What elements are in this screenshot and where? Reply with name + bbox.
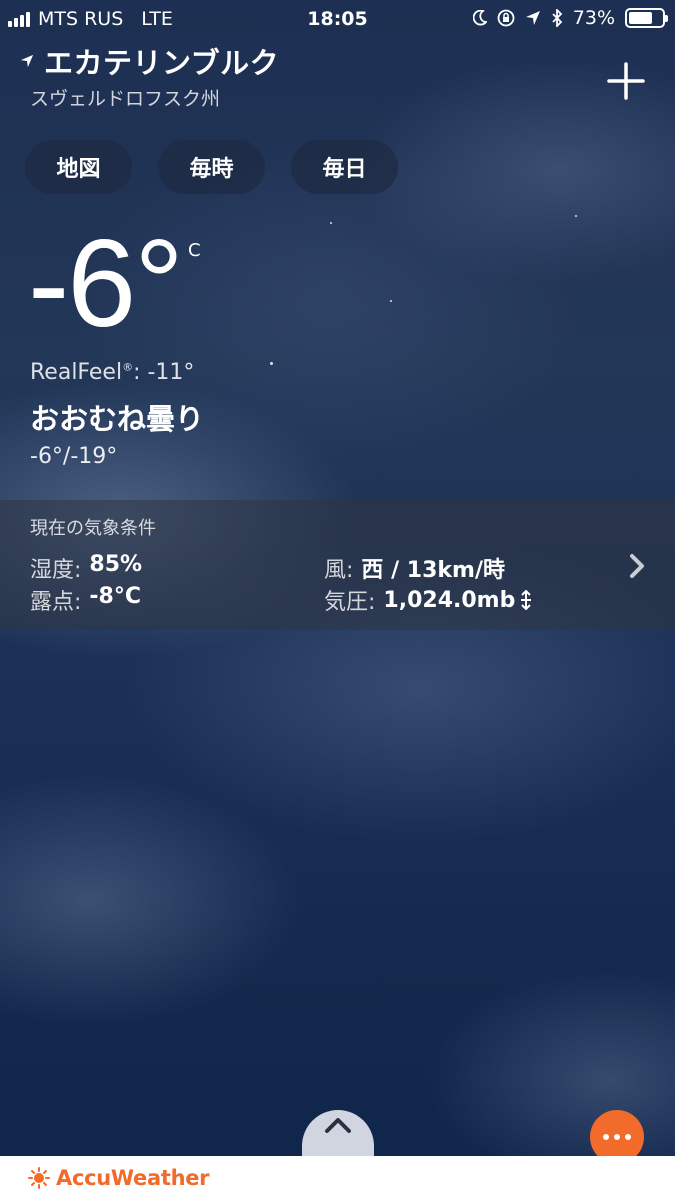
city-name: エカテリンブルク [44, 46, 280, 80]
pressure: 気圧: 1,024.0mb [324, 584, 533, 616]
current-conditions-panel[interactable]: 現在の気象条件 湿度: 85% 露点: -8°C 風: 西 / 13km/時 気… [0, 500, 675, 630]
dot [625, 1134, 631, 1140]
dewpoint-label: 露点: [30, 590, 82, 615]
wind-value: 西 / 13km/時 [361, 558, 505, 583]
dewpoint-value: -8°C [89, 584, 142, 609]
star [575, 215, 577, 217]
pressure-label: 気圧: [324, 590, 376, 615]
pressure-steady-icon [521, 590, 532, 610]
location-arrow-icon [525, 11, 540, 25]
battery-percent: 73% [572, 7, 615, 29]
dewpoint: 露点: -8°C [30, 584, 141, 616]
status-bar: MTS RUS LTE 18:05 73% [0, 0, 675, 38]
star [390, 300, 392, 302]
battery-icon [625, 8, 668, 28]
bluetooth-icon [552, 9, 563, 27]
high-low-temperature: -6°/-19° [30, 444, 118, 469]
panel-title: 現在の気象条件 [30, 518, 156, 539]
humidity-label: 湿度: [30, 558, 82, 583]
tab-hourly[interactable]: 毎時 [158, 140, 265, 194]
pressure-value: 1,024.0mb [383, 587, 516, 613]
realfeel-label: RealFeel [30, 360, 123, 385]
accuweather-logo-text: AccuWeather [56, 1166, 210, 1190]
temperature-unit: C [188, 240, 201, 261]
tab-map[interactable]: 地図 [25, 140, 132, 194]
current-temperature: -6° [28, 215, 184, 353]
location-header[interactable]: エカテリンブルク [20, 40, 279, 82]
realfeel-temperature: RealFeel®: -11° [30, 360, 194, 385]
status-icons: 73% [472, 7, 668, 29]
dot [603, 1134, 609, 1140]
humidity-value: 85% [89, 552, 143, 577]
accuweather-sun-logo-icon [28, 1167, 50, 1189]
rotation-lock-icon [497, 9, 515, 27]
wind: 風: 西 / 13km/時 [324, 552, 505, 584]
star [270, 362, 273, 365]
moon-icon [472, 10, 487, 26]
dot [614, 1134, 620, 1140]
realfeel-registered-mark: ® [122, 360, 134, 374]
weather-condition: おおむね曇り [30, 402, 205, 436]
footer-bar: AccuWeather [0, 1156, 675, 1200]
wind-label: 風: [324, 558, 354, 583]
star [330, 222, 332, 224]
tab-daily[interactable]: 毎日 [291, 140, 398, 194]
region-name: スヴェルドロフスク州 [30, 88, 221, 110]
humidity: 湿度: 85% [30, 552, 142, 584]
battery-fill [629, 12, 653, 24]
chevron-right-icon[interactable] [627, 552, 647, 580]
chevron-up-icon [325, 1118, 351, 1133]
view-tabs: 地図 毎時 毎日 [25, 140, 398, 194]
add-location-button[interactable] [607, 62, 645, 100]
realfeel-value: : -11° [133, 360, 195, 385]
location-arrow-icon [20, 54, 34, 68]
